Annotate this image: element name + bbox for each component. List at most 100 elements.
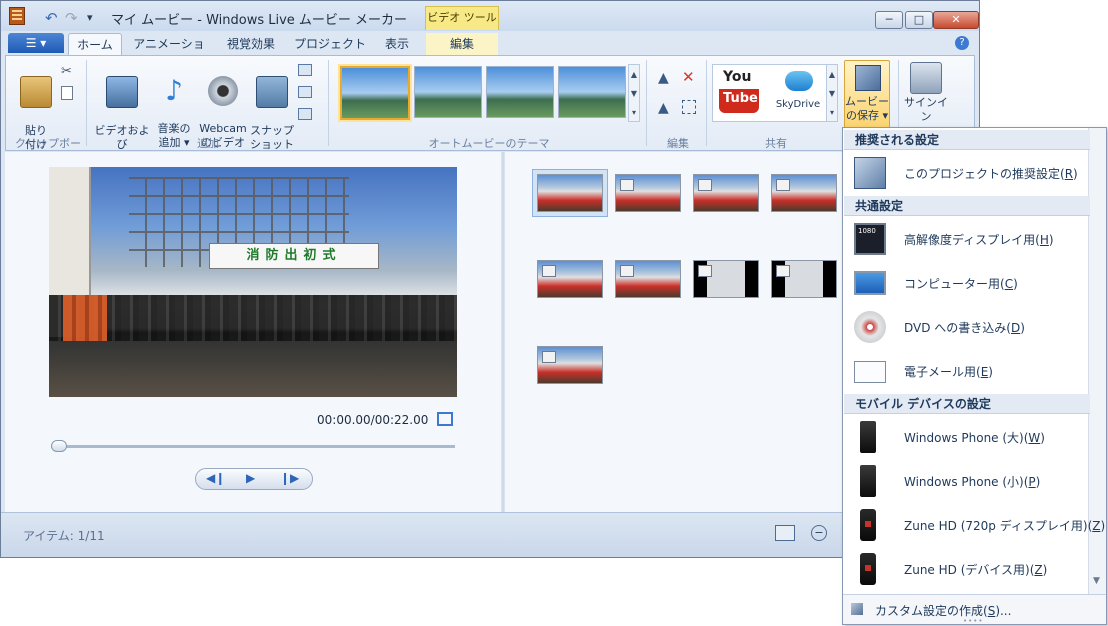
menu-item-label: 電子メール用(E) xyxy=(904,365,993,379)
undo-icon[interactable]: ↶ xyxy=(45,9,58,27)
theme-fade[interactable] xyxy=(414,66,482,118)
caption-icon[interactable] xyxy=(298,86,312,98)
storyboard-clip-2[interactable] xyxy=(615,174,681,212)
save-movie-menu: ▼ 推奨される設定 このプロジェクトの推奨設定(R) 共通設定 1080 高解像… xyxy=(842,127,1107,625)
film-pencil-icon xyxy=(855,65,881,91)
storyboard-clip-8[interactable] xyxy=(771,260,837,298)
expand-preview-icon[interactable] xyxy=(437,412,453,426)
redo-icon[interactable]: ↷ xyxy=(65,9,78,27)
tab-view[interactable]: 表示 xyxy=(377,33,417,55)
photo-icon xyxy=(698,179,712,191)
pane-splitter[interactable] xyxy=(501,152,505,512)
hd-display-icon: 1080 xyxy=(854,223,886,255)
minimize-button[interactable]: ─ xyxy=(875,11,903,29)
context-group-video-tools: ビデオ ツール xyxy=(425,6,499,30)
theme-gallery-scroll[interactable]: ▲ ▼ ▾ xyxy=(628,64,640,122)
custom-settings-label: カスタム設定の作成(S)... xyxy=(875,604,1012,618)
tab-visual-effects[interactable]: 視覚効果 xyxy=(219,33,283,55)
storyboard-clip-1[interactable] xyxy=(537,174,603,212)
previous-frame-icon[interactable]: ◀❙ xyxy=(206,471,225,485)
tab-home[interactable]: ホーム xyxy=(68,33,122,55)
email-icon xyxy=(854,361,886,383)
share-gallery-scroll[interactable]: ▲ ▼ ▾ xyxy=(826,64,838,122)
group-label-themes: オートムービーのテーマ xyxy=(428,137,550,150)
signin-label: サインイン xyxy=(904,96,948,123)
separator xyxy=(86,60,87,146)
seek-track[interactable] xyxy=(51,445,455,448)
separator xyxy=(328,60,329,146)
status-bar: アイテム: 1/11 − xyxy=(1,512,979,557)
storyboard-clip-6[interactable] xyxy=(615,260,681,298)
storyboard-clip-3[interactable] xyxy=(693,174,759,212)
seek-thumb[interactable] xyxy=(51,440,67,452)
scroll-down-icon[interactable]: ▼ xyxy=(1093,576,1100,586)
title-icon[interactable] xyxy=(298,64,312,76)
menu-item-email[interactable]: 電子メール用(E) xyxy=(844,349,1090,393)
menu-item-label: Zune HD (720p ディスプレイ用)(Z) xyxy=(904,519,1106,533)
maximize-button[interactable]: □ xyxy=(905,11,933,29)
tab-edit[interactable]: 編集 xyxy=(426,33,498,55)
zoom-out-icon[interactable]: − xyxy=(811,525,827,541)
youtube-icon[interactable]: You Tube xyxy=(719,69,759,113)
signin-button[interactable]: サインイン xyxy=(902,62,950,124)
clipboard-icon xyxy=(20,76,52,108)
skydrive-button[interactable]: SkyDrive xyxy=(773,69,823,117)
tab-animation[interactable]: アニメーション xyxy=(129,33,209,73)
rotate-right-icon[interactable]: ▲ xyxy=(658,100,669,116)
rotate-left-icon[interactable]: ▲ xyxy=(658,70,669,86)
storyboard-clip-7[interactable] xyxy=(693,260,759,298)
item-count: アイテム: 1/11 xyxy=(23,529,105,543)
photo-icon xyxy=(698,265,712,277)
tab-project[interactable]: プロジェクト xyxy=(291,33,369,55)
menu-item-hd-display[interactable]: 1080 高解像度ディスプレイ用(H) xyxy=(844,217,1090,261)
delete-icon[interactable]: ✕ xyxy=(682,68,695,86)
storyboard-clip-5[interactable] xyxy=(537,260,603,298)
thumbnail-size-icon[interactable] xyxy=(775,525,795,541)
theme-default[interactable] xyxy=(340,66,410,120)
user-icon xyxy=(910,62,942,94)
menu-item-computer[interactable]: コンピューター用(C) xyxy=(844,261,1090,305)
separator xyxy=(646,60,647,146)
file-menu-button[interactable]: ☰ ▾ xyxy=(8,33,64,53)
resize-grip-icon[interactable]: •••• xyxy=(963,617,984,624)
menu-item-label: 高解像度ディスプレイ用(H) xyxy=(904,233,1054,247)
menu-item-recommended[interactable]: このプロジェクトの推奨設定(R) xyxy=(844,151,1090,195)
next-frame-icon[interactable]: ❙▶ xyxy=(280,471,299,485)
credits-icon[interactable] xyxy=(298,108,312,120)
menu-item-zune-hd-device[interactable]: Zune HD (デバイス用)(Z) xyxy=(844,547,1090,591)
menu-item-label: Windows Phone (大)(W) xyxy=(904,431,1045,445)
app-icon[interactable] xyxy=(9,7,25,25)
group-label-edit: 編集 xyxy=(667,137,689,150)
video-preview[interactable]: 消防出初式 xyxy=(49,167,457,397)
storyboard-clip-9[interactable] xyxy=(537,346,603,384)
storyboard-clip-4[interactable] xyxy=(771,174,837,212)
timecode: 00:00.00/00:22.00 xyxy=(317,413,429,427)
menu-item-label: コンピューター用(C) xyxy=(904,277,1018,291)
copy-icon[interactable] xyxy=(61,86,73,100)
menu-item-custom-settings[interactable]: カスタム設定の作成(S)... •••• xyxy=(843,594,1106,624)
menu-item-windows-phone-small[interactable]: Windows Phone (小)(P) xyxy=(844,459,1090,503)
skydrive-label: SkyDrive xyxy=(775,99,821,110)
help-icon[interactable]: ? xyxy=(955,36,969,50)
menu-item-windows-phone-large[interactable]: Windows Phone (大)(W) xyxy=(844,415,1090,459)
ribbon-tabs: ☰ ▾ ホーム アニメーション 視覚効果 プロジェクト 表示 編集 ? xyxy=(1,31,979,73)
theme-cinematic[interactable] xyxy=(558,66,626,118)
save-movie-label: ムービー の保存 ▾ xyxy=(845,95,889,122)
theme-pan-zoom[interactable] xyxy=(486,66,554,118)
close-button[interactable]: ✕ xyxy=(933,11,979,29)
customize-qat-icon[interactable]: ▾ xyxy=(87,11,93,24)
cut-icon[interactable]: ✂ xyxy=(61,64,72,79)
preview-firefighters xyxy=(63,295,107,341)
phone-icon xyxy=(860,421,876,453)
preview-crowd xyxy=(49,295,457,341)
menu-item-zune-hd-720p[interactable]: Zune HD (720p ディスプレイ用)(Z) xyxy=(844,503,1105,547)
menu-item-dvd[interactable]: DVD への書き込み(D) xyxy=(844,305,1090,349)
play-icon[interactable]: ▶ xyxy=(246,471,255,485)
snapshot-icon xyxy=(256,76,288,108)
photo-icon xyxy=(776,179,790,191)
menu-item-label: DVD への書き込み(D) xyxy=(904,321,1025,335)
separator xyxy=(706,60,707,146)
save-movie-button[interactable]: ムービー の保存 ▾ xyxy=(844,60,890,130)
film-pencil-icon xyxy=(854,157,886,189)
select-all-icon[interactable] xyxy=(682,100,696,114)
